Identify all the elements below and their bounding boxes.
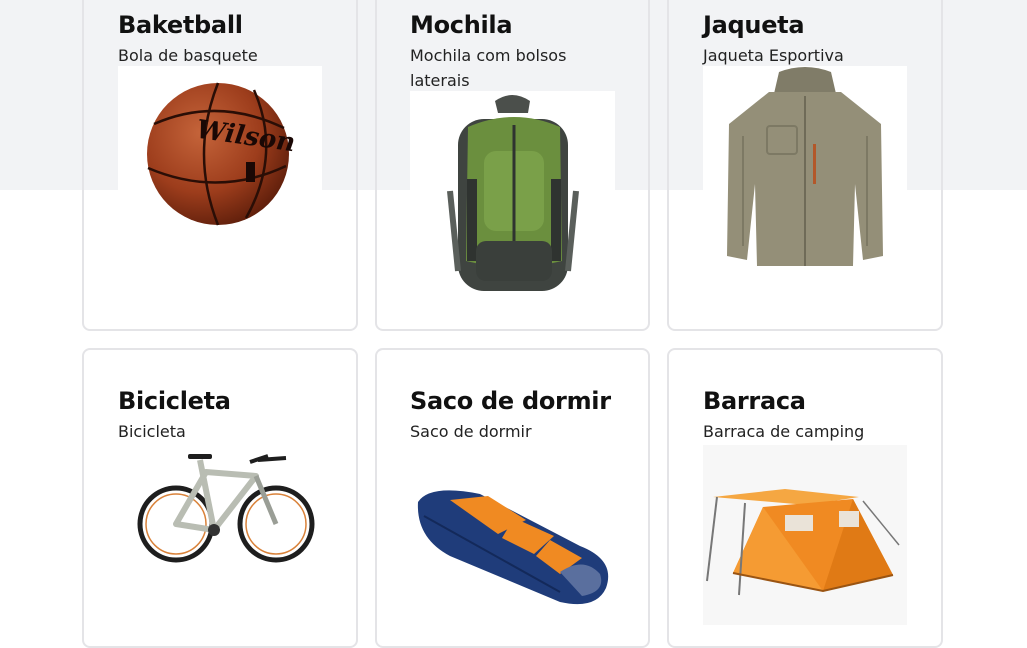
- product-description: Jaqueta Esportiva: [703, 46, 844, 65]
- sleeping-bag-image: [410, 476, 615, 611]
- product-description: Saco de dormir: [410, 422, 532, 441]
- product-title: Jaqueta: [703, 11, 805, 39]
- product-description: Barraca de camping: [703, 422, 865, 441]
- bicycle-image: [118, 442, 322, 590]
- product-title: Baketball: [118, 11, 243, 39]
- product-title: Bicicleta: [118, 387, 231, 415]
- product-title: Barraca: [703, 387, 806, 415]
- basketball-image: Wilson: [118, 66, 322, 230]
- product-title: Mochila: [410, 11, 513, 39]
- backpack-image: [410, 91, 615, 298]
- product-description: Mochila com bolsos laterais: [410, 46, 567, 90]
- product-description: Bicicleta: [118, 422, 186, 441]
- tent-image: [703, 445, 907, 625]
- product-title: Saco de dormir: [410, 387, 611, 415]
- product-description: Bola de basquete: [118, 46, 258, 65]
- jacket-image: [703, 66, 907, 271]
